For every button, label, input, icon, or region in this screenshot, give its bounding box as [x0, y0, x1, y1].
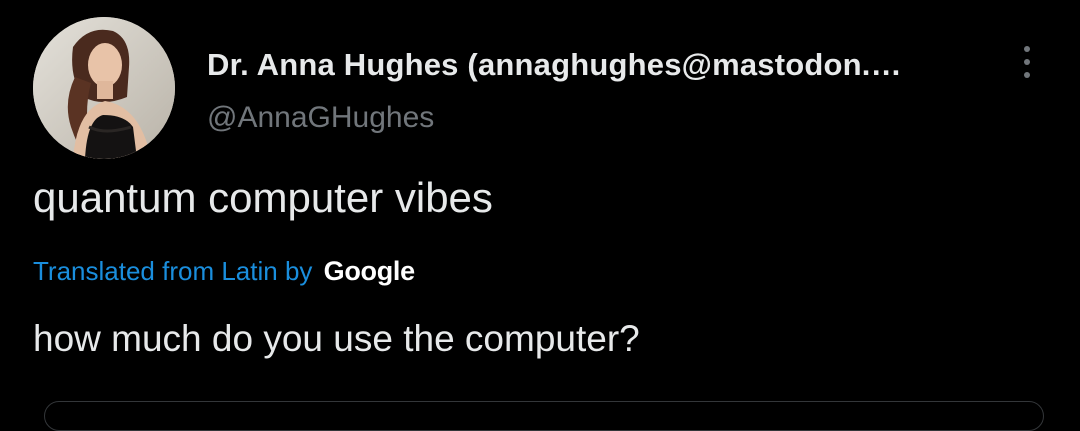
profile-photo-icon	[33, 17, 175, 159]
more-vertical-icon[interactable]	[1010, 40, 1044, 84]
translation-attribution: Translated from Latin by Google	[33, 256, 415, 292]
google-logo: Google	[323, 256, 416, 286]
translated-by-label: by	[284, 256, 313, 286]
user-handle[interactable]: @AnnaGHughes	[207, 101, 434, 135]
tweet: Dr. Anna Hughes (annaghughes@mastodon.… …	[0, 0, 1080, 431]
translated-from-link[interactable]: Translated from Latin	[33, 256, 278, 286]
tweet-text: quantum computer vibes	[33, 174, 493, 221]
display-name[interactable]: Dr. Anna Hughes (annaghughes@mastodon.…	[207, 47, 977, 83]
translated-text: how much do you use the computer?	[33, 318, 640, 359]
avatar[interactable]	[33, 17, 175, 159]
